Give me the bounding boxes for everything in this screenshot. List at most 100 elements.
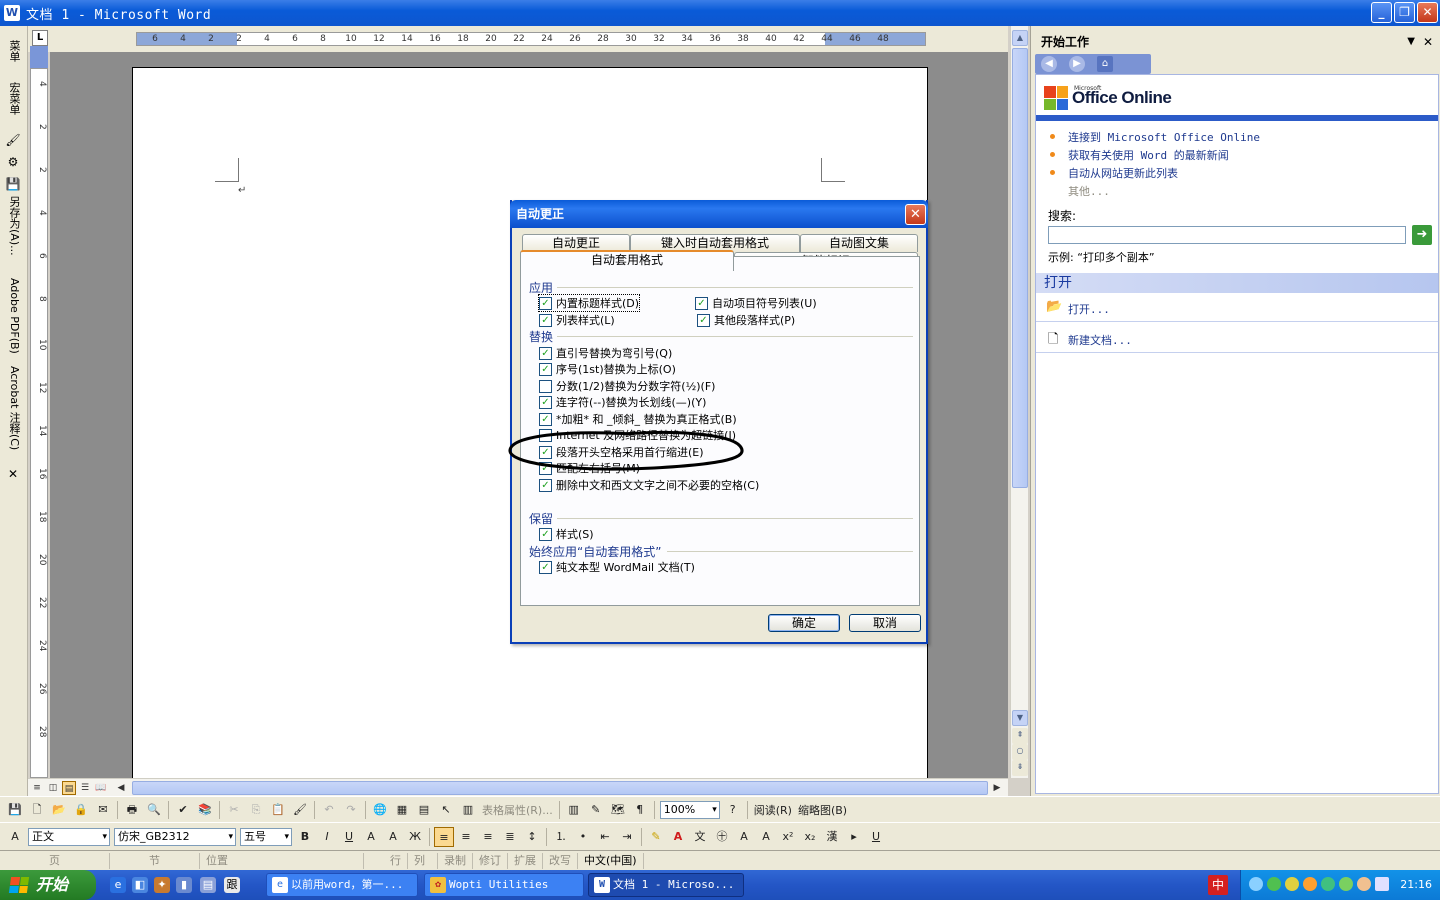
phonetic-guide-icon[interactable]: 文 bbox=[690, 827, 710, 847]
save-as-icon[interactable]: 💾 bbox=[5, 176, 21, 192]
tray-icon-security[interactable] bbox=[1285, 877, 1299, 891]
checkbox-other-paragraph[interactable]: ✓ 其他段落样式(P) bbox=[697, 312, 795, 328]
thumbnails-button[interactable]: 缩略图(B) bbox=[795, 802, 850, 818]
research-icon[interactable]: 📚 bbox=[195, 800, 215, 820]
increase-indent-icon[interactable]: ⇥ bbox=[617, 827, 637, 847]
app-quicklaunch-icon[interactable]: ✦ bbox=[154, 877, 170, 893]
numbering-icon[interactable]: ⒈ bbox=[551, 827, 571, 847]
copy-icon[interactable]: ⎘ bbox=[246, 800, 266, 820]
char-border-icon[interactable]: A bbox=[361, 827, 381, 847]
forward-icon[interactable]: ▶ bbox=[1069, 56, 1085, 72]
tray-icon-shield[interactable] bbox=[1267, 877, 1281, 891]
shrink-font-icon[interactable]: A bbox=[756, 827, 776, 847]
word-news-link[interactable]: 获取有关使用 Word 的最新新闻 bbox=[1068, 147, 1229, 163]
cut-icon[interactable]: ✂ bbox=[224, 800, 244, 820]
close-toolbar-icon[interactable]: ✕ bbox=[5, 466, 21, 482]
ime-indicator-icon[interactable]: 中 bbox=[1208, 875, 1228, 895]
office-online-logo[interactable]: Microsoft Office Online bbox=[1044, 83, 1172, 113]
chinese-convert-icon[interactable]: 漢 bbox=[822, 827, 842, 847]
browse-object-button[interactable]: ○ bbox=[1012, 744, 1028, 760]
open-link[interactable]: 打开... bbox=[1068, 301, 1110, 317]
scroll-right-button[interactable]: ▶ bbox=[990, 781, 1004, 795]
tray-icon-network[interactable] bbox=[1249, 877, 1263, 891]
menu-item[interactable]: 菜单 bbox=[3, 40, 25, 62]
email-icon[interactable]: ✉ bbox=[93, 800, 113, 820]
scroll-left-button[interactable]: ◀ bbox=[114, 781, 128, 795]
task-wopti[interactable]: ✿ Wopti Utilities bbox=[424, 873, 584, 897]
char-shading-icon[interactable]: A bbox=[383, 827, 403, 847]
tables-borders-icon[interactable]: ▦ bbox=[392, 800, 412, 820]
permission-icon[interactable]: 🔒 bbox=[71, 800, 91, 820]
show-hide-icon[interactable]: ¶ bbox=[630, 800, 650, 820]
underline-style-icon[interactable]: U bbox=[866, 827, 886, 847]
ok-button[interactable]: 确定 bbox=[768, 614, 840, 632]
enclose-char-icon[interactable]: ㊉ bbox=[712, 827, 732, 847]
checkbox-fractions[interactable]: 分数(1/2)替换为分数字符(½)(F) bbox=[539, 378, 715, 394]
start-button[interactable]: 开始 bbox=[0, 870, 96, 900]
cancel-button[interactable]: 取消 bbox=[849, 614, 921, 632]
grow-font-icon[interactable]: A bbox=[734, 827, 754, 847]
bullets-icon[interactable]: • bbox=[573, 827, 593, 847]
adobe-pdf-item[interactable]: Adobe PDF(B) bbox=[3, 278, 25, 354]
search-input[interactable] bbox=[1048, 226, 1406, 244]
task-pane-close-icon[interactable]: ✕ bbox=[1423, 32, 1433, 52]
bold-icon[interactable]: B bbox=[295, 827, 315, 847]
font-select[interactable]: 仿宋_GB2312 bbox=[114, 827, 236, 846]
print-view-icon[interactable]: ▤ bbox=[62, 781, 76, 795]
auto-update-link[interactable]: 自动从网站更新此列表 bbox=[1068, 165, 1178, 181]
select-icon[interactable]: ↖ bbox=[436, 800, 456, 820]
save-as-item[interactable]: 另存为(A)... bbox=[3, 196, 25, 256]
table-props-icon[interactable]: ▥ bbox=[458, 800, 478, 820]
checkbox-styles[interactable]: ✓ 样式(S) bbox=[539, 526, 594, 542]
font-size-select[interactable]: 五号 bbox=[240, 827, 292, 846]
font-color-icon[interactable]: A bbox=[668, 827, 688, 847]
align-right-icon[interactable]: ≡ bbox=[478, 827, 498, 847]
web-view-icon[interactable]: ◫ bbox=[46, 781, 60, 795]
checkbox-wordmail[interactable]: ✓ 纯文本型 WordMail 文档(T) bbox=[539, 559, 695, 575]
tray-icon-ime[interactable] bbox=[1375, 877, 1389, 891]
tab-autotext[interactable]: 自动图文集 bbox=[800, 234, 918, 252]
hyperlink-icon[interactable]: 🌐 bbox=[370, 800, 390, 820]
align-justify-icon[interactable]: ≡ bbox=[434, 826, 454, 847]
minimize-button[interactable]: _ bbox=[1371, 2, 1392, 23]
checkbox-builtin-heading[interactable]: ✓ 内置标题样式(D) bbox=[537, 294, 641, 312]
line-spacing-icon[interactable]: ↕ bbox=[522, 827, 542, 847]
styles-icon[interactable]: A bbox=[5, 827, 25, 847]
word-app-icon[interactable]: W bbox=[4, 5, 20, 21]
insert-table-icon[interactable]: ▤ bbox=[414, 800, 434, 820]
home-icon[interactable]: ⌂ bbox=[1097, 56, 1113, 72]
next-page-button[interactable]: ⇟ bbox=[1012, 760, 1028, 776]
restore-button[interactable]: ❐ bbox=[1394, 2, 1415, 23]
checkbox-hyphens[interactable]: ✓ 连字符(--)替换为长划线(—)(Y) bbox=[539, 394, 706, 410]
horizontal-scroll-thumb[interactable] bbox=[132, 781, 988, 795]
ie-quicklaunch-icon[interactable]: e bbox=[110, 877, 126, 893]
macro-icon[interactable]: ⚙ bbox=[5, 154, 21, 170]
superscript-icon[interactable]: x² bbox=[778, 827, 798, 847]
align-center-icon[interactable]: ≡ bbox=[456, 827, 476, 847]
acrobat-comment-item[interactable]: Acrobat 注释(C) bbox=[3, 366, 25, 450]
tray-icon-messenger[interactable] bbox=[1357, 877, 1371, 891]
tab-selector[interactable]: L bbox=[32, 30, 48, 46]
checkbox-smart-quotes[interactable]: ✓ 直引号替换为弯引号(Q) bbox=[539, 345, 672, 361]
paste-icon[interactable]: 📋 bbox=[268, 800, 288, 820]
back-icon[interactable]: ◀ bbox=[1041, 56, 1057, 72]
status-overtype[interactable]: 改写 bbox=[543, 852, 578, 869]
redo-icon[interactable]: ↷ bbox=[341, 800, 361, 820]
media-quicklaunch-icon[interactable]: ▮ bbox=[176, 877, 192, 893]
tray-icon-qq[interactable] bbox=[1303, 877, 1317, 891]
status-language[interactable]: 中文(中国) bbox=[578, 852, 644, 869]
table-properties-button[interactable]: 表格属性(R)... bbox=[479, 802, 556, 818]
dialog-close-button[interactable]: ✕ bbox=[905, 204, 926, 225]
outline-view-icon[interactable]: ☰ bbox=[78, 781, 92, 795]
status-extend[interactable]: 扩展 bbox=[508, 852, 543, 869]
print-preview-icon[interactable]: 🔍 bbox=[144, 800, 164, 820]
italic-icon[interactable]: I bbox=[317, 827, 337, 847]
char-scale-icon[interactable]: Ж bbox=[405, 827, 425, 847]
more-buttons-icon[interactable]: ▸ bbox=[844, 827, 864, 847]
scroll-up-button[interactable]: ▲ bbox=[1012, 30, 1028, 46]
search-go-icon[interactable]: ➜ bbox=[1412, 225, 1432, 245]
new-icon[interactable]: 🗋 bbox=[27, 800, 47, 820]
format-painter-icon[interactable]: 🖌 bbox=[290, 800, 310, 820]
spelling-icon[interactable]: ✔ bbox=[173, 800, 193, 820]
drawing-icon[interactable]: ✎ bbox=[586, 800, 606, 820]
